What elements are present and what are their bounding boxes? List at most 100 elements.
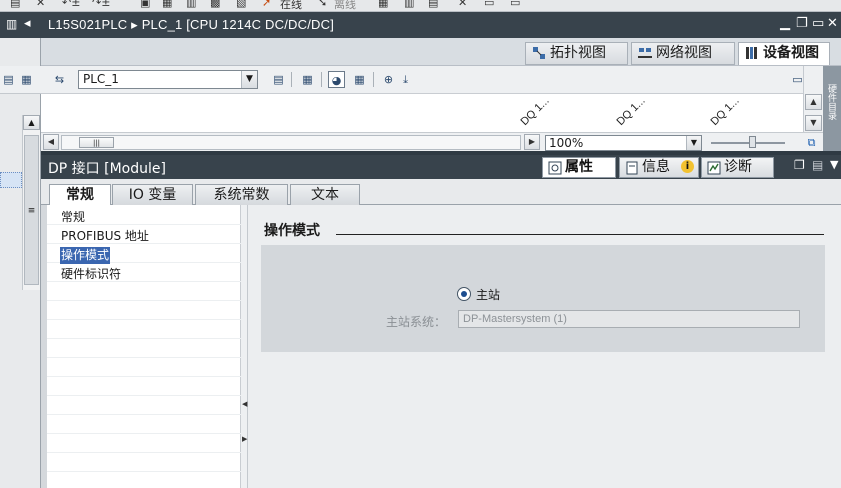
task-card-strip[interactable]: 硬件目录	[823, 66, 841, 154]
inspector-title: DP 接口 [Module]	[48, 161, 166, 177]
collapse-left-icon[interactable]: ◀	[242, 400, 247, 408]
scroll-thumb[interactable]: |||	[79, 137, 114, 148]
device-tree-icon[interactable]: ⇆	[51, 71, 68, 88]
upload-icon[interactable]: ▥	[186, 0, 196, 10]
property-nav-list: 常规 PROFIBUS 地址 操作模式 硬件标识符	[47, 205, 241, 488]
tab-diagnostics[interactable]: 诊断	[701, 157, 774, 178]
split-icon[interactable]: ▥	[404, 0, 414, 10]
separator	[321, 72, 322, 87]
collapse-arrow-icon[interactable]: ◂	[24, 16, 31, 31]
go-offline-icon[interactable]: ➘	[318, 0, 327, 10]
window-icon[interactable]: ▤	[428, 0, 438, 10]
tab-properties-label: 属性	[565, 159, 593, 175]
tab-topology-label: 拓扑视图	[550, 45, 606, 61]
float-icon[interactable]: ▭	[812, 16, 824, 31]
nav-item-hardware-identifier[interactable]: 硬件标识符	[61, 266, 121, 283]
overview-navigation-icon[interactable]: ⧉	[803, 134, 820, 151]
copy-icon[interactable]: ▣	[140, 0, 150, 10]
tab-network-view[interactable]: 网络视图	[631, 42, 735, 65]
nav-item-operating-mode[interactable]: 操作模式	[60, 247, 111, 264]
tree-icon[interactable]: ▥	[6, 17, 20, 31]
zoom-select[interactable]: 100% ▼	[545, 135, 702, 151]
project-tree-header: ▥ ◂	[0, 12, 41, 38]
tab-general[interactable]: 常规	[49, 184, 111, 206]
show-labels-icon[interactable]: ◕	[328, 71, 345, 88]
restore-icon[interactable]: ❐	[794, 158, 805, 172]
accessible-devices-icon[interactable]: ▦	[378, 0, 388, 10]
tab-info[interactable]: 信息 i	[619, 157, 699, 178]
scroll-up-icon[interactable]: ▲	[23, 115, 40, 130]
download-icon[interactable]: ▦	[162, 0, 172, 10]
tree-view-icon[interactable]: ▤	[0, 71, 17, 88]
close-icon[interactable]: ✕	[827, 16, 838, 31]
tree-scrollbar[interactable]: ▲ ≡	[22, 115, 40, 290]
tab-topology-view[interactable]: 拓扑视图	[525, 42, 628, 65]
panel2-icon[interactable]: ▭	[510, 0, 520, 10]
network-settings-icon[interactable]: ▤	[270, 71, 287, 88]
go-online-icon[interactable]: ➚	[262, 0, 271, 10]
nav-splitter[interactable]: ◀ ▶	[241, 205, 248, 488]
row-line	[47, 319, 241, 320]
go-online-button[interactable]: 在线	[280, 0, 302, 11]
master-radio-label[interactable]: 主站	[476, 286, 500, 303]
device-canvas[interactable]: DQ 1... DQ 1... DQ 1...	[41, 94, 803, 132]
panel-icon[interactable]: ▭	[484, 0, 494, 10]
simulate-icon[interactable]: ▧	[236, 0, 246, 10]
module-label: DQ 1...	[708, 94, 742, 128]
row-line	[47, 357, 241, 358]
zoom-slider-handle[interactable]	[749, 136, 756, 148]
tab-io-tags[interactable]: IO 变量	[112, 184, 193, 205]
section-title: 操作模式	[264, 223, 320, 239]
row-line	[47, 395, 241, 396]
tab-system-constants[interactable]: 系统常数	[195, 184, 288, 205]
scroll-thumb[interactable]: ≡	[24, 135, 39, 285]
tab-device-label: 设备视图	[763, 45, 819, 61]
zoom-slider[interactable]	[711, 142, 785, 144]
chevron-down-icon[interactable]: ▼	[686, 136, 701, 150]
expand-right-icon[interactable]: ▶	[242, 435, 247, 443]
scroll-right-icon[interactable]: ▶	[524, 134, 540, 150]
editor-title-bar: L15S021PLC ▸ PLC_1 [CPU 1214C DC/DC/DC] …	[41, 12, 841, 38]
restore-icon[interactable]: ❐	[796, 16, 808, 31]
master-system-field: DP-Mastersystem (1)	[458, 310, 800, 328]
tab-device-view[interactable]: 设备视图	[738, 42, 830, 65]
device-select[interactable]: PLC_1 ▼	[78, 70, 258, 89]
nav-item-general[interactable]: 常规	[61, 209, 85, 226]
master-radio[interactable]	[457, 287, 471, 301]
scroll-down-icon[interactable]: ▼	[805, 115, 822, 131]
task-card-label: 硬件目录	[826, 84, 836, 120]
zoom-menu-icon[interactable]: ⤓	[397, 71, 414, 88]
property-content: 操作模式 主站 主站系统： DP-Mastersystem (1)	[248, 205, 841, 488]
cross-icon[interactable]: ✕	[458, 0, 467, 10]
undo-icon[interactable]: ↶±	[62, 0, 80, 10]
scroll-up-icon[interactable]: ▲	[805, 94, 822, 110]
zoom-in-icon[interactable]: ⊕	[380, 71, 397, 88]
tab-texts[interactable]: 文本	[290, 184, 360, 205]
editor-title: L15S021PLC ▸ PLC_1 [CPU 1214C DC/DC/DC]	[48, 17, 335, 32]
tab-info-label: 信息	[642, 159, 670, 175]
collapse-down-icon[interactable]: ▼	[830, 158, 838, 171]
tab-network-label: 网络视图	[656, 45, 712, 61]
compile-icon[interactable]: ▩	[210, 0, 220, 10]
tab-properties[interactable]: 属性	[542, 157, 616, 178]
minimize-icon[interactable]: ▁	[780, 16, 790, 31]
device-select-value: PLC_1	[83, 72, 119, 86]
info-badge-icon: i	[681, 160, 694, 173]
device-name-icon[interactable]: ▦	[299, 71, 316, 88]
grid-icon[interactable]: ▦	[351, 71, 368, 88]
float-icon[interactable]: ▤	[812, 158, 823, 172]
separator	[373, 72, 374, 87]
save-icon[interactable]: ▤	[10, 0, 20, 10]
nav-item-profibus-address[interactable]: PROFIBUS 地址	[61, 228, 149, 245]
module-label: DQ 1...	[518, 94, 552, 128]
canvas-horizontal-scrollbar[interactable]: |||	[61, 135, 521, 150]
row-line	[47, 338, 241, 339]
row-line	[47, 414, 241, 415]
scroll-left-icon[interactable]: ◀	[43, 134, 59, 150]
go-offline-button[interactable]: 离线	[334, 0, 356, 11]
close-icon[interactable]: ✕	[36, 0, 45, 10]
tree-selected-item[interactable]	[0, 172, 22, 188]
tree-add-icon[interactable]: ▦	[18, 71, 35, 88]
redo-icon[interactable]: ↷±	[92, 0, 110, 10]
chevron-down-icon[interactable]: ▼	[241, 71, 257, 88]
